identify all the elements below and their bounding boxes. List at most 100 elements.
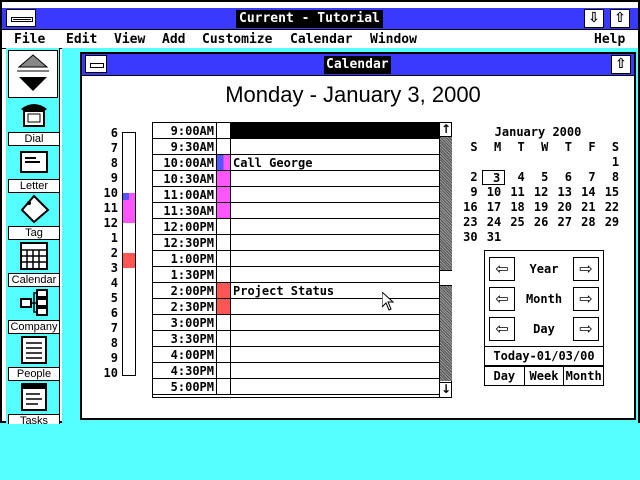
day-cell[interactable]: 29 [600,215,624,230]
next-year-button[interactable]: ⇨ [573,257,599,281]
day-cell[interactable]: 19 [529,200,553,215]
time-slot-row[interactable]: 5:00PM [153,379,439,395]
scroll-track[interactable] [440,137,452,381]
day-cell[interactable]: 23 [458,215,482,230]
time-slot-row[interactable]: 9:30AM [153,139,439,155]
nav-year-label: Year [529,262,559,276]
day-cell[interactable]: 22 [600,200,624,215]
day-cell[interactable]: 16 [458,200,482,215]
day-cell[interactable]: 24 [482,215,506,230]
day-cell[interactable]: 7 [576,170,600,185]
month-view-button[interactable]: Month [564,367,603,385]
day-cell[interactable]: 27 [552,215,576,230]
time-slot-row[interactable]: 9:00AM [153,123,439,139]
week-view-button[interactable]: Week [525,367,565,385]
scroll-thumb[interactable] [440,270,452,286]
time-slot-marker [217,347,231,362]
tool-calendar[interactable]: Calendar [8,241,60,287]
tool-company[interactable]: Company [8,288,60,334]
window-title: Current - Tutorial [236,10,383,28]
time-slot-row[interactable]: 3:00PM [153,315,439,331]
day-cell[interactable]: 28 [576,215,600,230]
day-cell[interactable]: 6 [552,170,576,185]
calendar-maximize-button[interactable]: ⇧ [611,55,631,74]
day-cell[interactable]: 4 [505,170,529,185]
tool-people[interactable]: People [8,335,60,381]
day-cell[interactable]: 10 [482,185,506,200]
maximize-button[interactable]: ⇧ [610,9,630,28]
time-slot-row[interactable]: 11:30AM [153,203,439,219]
hour-label: 6 [110,306,118,320]
day-cell[interactable]: 15 [600,185,624,200]
day-cell[interactable]: 9 [458,185,482,200]
calendar-window-title: Calendar [324,56,391,74]
menu-add[interactable]: Add [162,31,185,48]
hour-label: 1 [110,231,118,245]
prev-year-button[interactable]: ⇦ [489,257,515,281]
day-cell[interactable]: 12 [529,185,553,200]
sidebar-scroll-buttons[interactable] [8,50,58,98]
weekday-header: S [611,140,620,154]
day-cell[interactable]: 31 [482,230,506,245]
tool-tag[interactable]: Tag [8,194,60,240]
time-slot-row[interactable]: 4:30PM [153,363,439,379]
time-slot-row[interactable]: 1:00PM [153,251,439,267]
tool-tasks[interactable]: Tasks [8,382,60,424]
time-slot-row[interactable]: 12:00PM [153,219,439,235]
calendar-system-menu-button[interactable] [85,55,107,73]
empty-day-cell [576,155,600,170]
minimize-button[interactable]: ⇩ [584,9,604,28]
day-cell[interactable]: 13 [552,185,576,200]
next-month-button[interactable]: ⇨ [573,287,599,311]
time-slot-row[interactable]: 12:30PM [153,235,439,251]
today-button[interactable]: Today-01/03/00 [484,346,604,366]
main-titlebar[interactable]: Current - Tutorial ⇩ ⇧ [2,8,638,30]
day-cell[interactable]: 2 [458,170,482,185]
menu-calendar[interactable]: Calendar [290,31,353,48]
day-cell[interactable]: 11 [505,185,529,200]
day-cell[interactable]: 30 [458,230,482,245]
day-cell[interactable]: 25 [505,215,529,230]
view-buttons: Day Week Month [484,366,604,386]
hour-label: 12 [103,216,118,230]
day-cell[interactable]: 3 [481,170,506,185]
tool-letter[interactable]: Letter [8,147,60,193]
menu-help[interactable]: Help [594,31,625,48]
day-cell[interactable]: 17 [482,200,506,215]
day-cell[interactable]: 14 [576,185,600,200]
day-view-button[interactable]: Day [485,367,525,385]
day-cell[interactable]: 20 [552,200,576,215]
tool-dial[interactable]: Dial [8,100,60,146]
calendar-titlebar[interactable]: Calendar ⇧ [82,54,634,76]
scroll-up-arrow-icon[interactable]: ↑ [440,123,452,137]
time-slot-row[interactable]: 1:30PM [153,267,439,283]
day-cell[interactable]: 5 [529,170,553,185]
next-day-button[interactable]: ⇨ [573,317,599,341]
time-slot-row[interactable]: 2:00PM Project Status [153,283,439,299]
day-cell[interactable]: 26 [529,215,553,230]
time-slot-row[interactable]: 11:00AM [153,187,439,203]
day-cell[interactable]: 21 [576,200,600,215]
nav-day-row: ⇦ Day ⇨ [489,317,599,341]
appointment-text[interactable]: Call George [233,155,312,171]
menu-edit[interactable]: Edit [66,31,97,48]
scroll-down-arrow-icon[interactable]: ↓ [440,382,452,396]
menu-view[interactable]: View [114,31,145,48]
day-cell[interactable]: 8 [600,170,624,185]
menu-window[interactable]: Window [370,31,417,48]
appointment-text[interactable]: Project Status [233,283,334,299]
menu-customize[interactable]: Customize [202,31,272,48]
day-overview-bar[interactable] [122,132,136,376]
time-slot-row[interactable]: 4:00PM [153,347,439,363]
time-slot-row[interactable]: 10:00AM Call George [153,155,439,171]
time-slot-row[interactable]: 2:30PM [153,299,439,315]
menu-file[interactable]: File [14,31,45,48]
time-slot-row[interactable]: 10:30AM [153,171,439,187]
day-cell[interactable]: 18 [505,200,529,215]
prev-month-button[interactable]: ⇦ [489,287,515,311]
prev-day-button[interactable]: ⇦ [489,317,515,341]
day-cell[interactable]: 1 [600,155,624,170]
system-menu-button[interactable] [6,9,36,27]
time-slot-row[interactable]: 3:30PM [153,331,439,347]
schedule-scrollbar[interactable]: ↑ ↓ [439,123,452,397]
